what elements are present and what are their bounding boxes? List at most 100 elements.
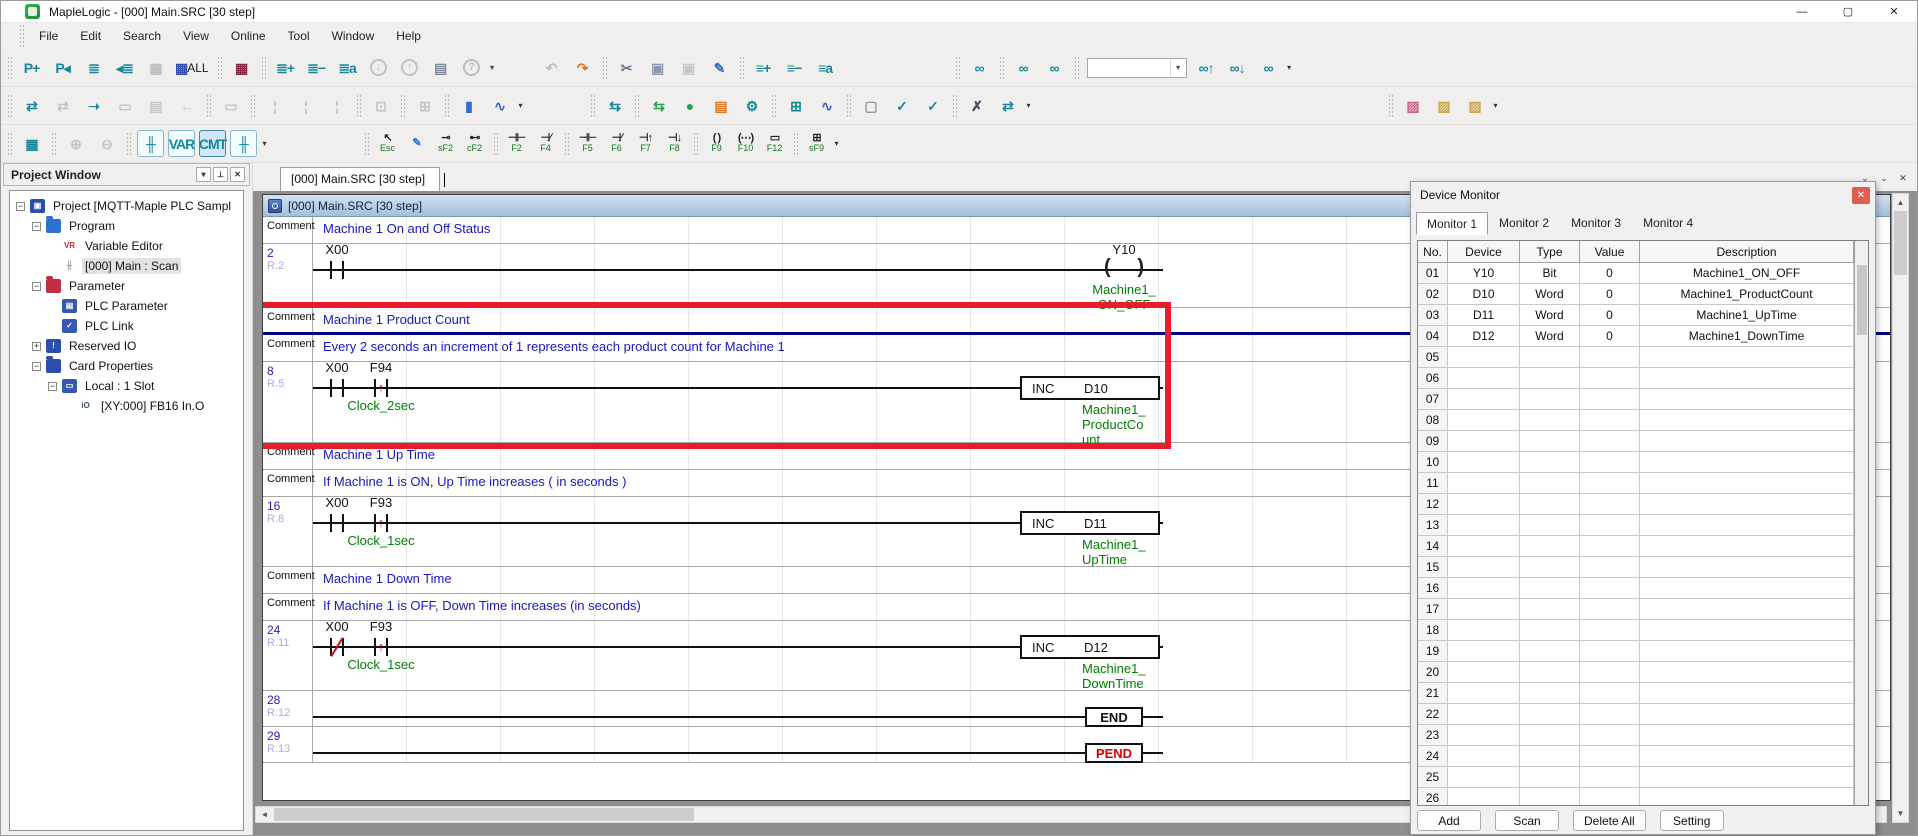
monitor-row[interactable]: 14 — [1418, 536, 1854, 557]
monitor-row[interactable]: 04D12Word0Machine1_DownTime — [1418, 326, 1854, 347]
tree-item-variable-editor[interactable]: VRVariable Editor — [10, 236, 243, 256]
delete-line-icon[interactable]: ≡− — [781, 54, 808, 81]
horizontal-scroll-thumb[interactable] — [274, 808, 694, 821]
view-variables-icon[interactable]: VAR — [168, 130, 195, 157]
menu-help[interactable]: Help — [385, 26, 432, 46]
rising-pulse-tool-icon[interactable]: ⊸sF2 — [433, 130, 458, 157]
watch-monitor-icon[interactable]: ∞ — [1010, 54, 1037, 81]
ld-settings-icon[interactable]: ▦ — [18, 130, 45, 157]
save-all-icon[interactable]: ▦ALL — [173, 54, 211, 81]
new-window-icon[interactable]: ▢ — [857, 92, 884, 119]
monitor-row[interactable]: 06 — [1418, 368, 1854, 389]
menu-search[interactable]: Search — [112, 26, 172, 46]
paste-icon[interactable]: ▣ — [675, 54, 702, 81]
instruction-end[interactable]: END — [1085, 707, 1143, 727]
monitor-row[interactable]: 08 — [1418, 410, 1854, 431]
monitor-row[interactable]: 13 — [1418, 515, 1854, 536]
tab-list-icon[interactable]: ⌄ — [1876, 170, 1892, 186]
close-button[interactable]: ✕ — [1871, 1, 1917, 22]
dropdown-arrow-icon[interactable]: ▾ — [259, 139, 270, 148]
io-grid-icon[interactable]: ▦ — [228, 54, 255, 81]
monitor-down-icon[interactable]: ∞↓ — [1224, 54, 1251, 81]
coil-y10[interactable]: () — [1102, 257, 1146, 283]
contact-fall-icon[interactable]: ⊣↓F8 — [662, 130, 687, 157]
contact-or-nc-icon[interactable]: ⊣∕F6 — [604, 130, 629, 157]
contact-x00-nc[interactable] — [317, 635, 357, 659]
tab-main-src[interactable]: [000] Main.SRC [30 step] — [280, 167, 440, 191]
monitor-row[interactable]: 01Y10Bit0Machine1_ON_OFF — [1418, 263, 1854, 284]
tree-expander-icon[interactable]: − — [16, 202, 25, 211]
cut-icon[interactable]: ✂ — [613, 54, 640, 81]
new-project-icon[interactable]: P+ — [18, 54, 45, 81]
contact-x00[interactable] — [317, 376, 357, 400]
monitor-row[interactable]: 02D10Word0Machine1_ProductCount — [1418, 284, 1854, 305]
minimize-button[interactable]: — — [1779, 1, 1825, 22]
contact-f93[interactable]: ↑ — [361, 635, 401, 659]
scroll-up-icon[interactable]: ▲ — [1893, 194, 1908, 211]
monitor-row[interactable]: 17 — [1418, 599, 1854, 620]
contact-no-icon[interactable]: ⊣⊢F2 — [504, 130, 529, 157]
project-window-dropdown-icon[interactable]: ▾ — [196, 167, 211, 182]
zoom-in-icon[interactable]: ⊕ — [62, 130, 89, 157]
menu-tool[interactable]: Tool — [277, 26, 321, 46]
tree-expander-icon[interactable]: − — [32, 362, 41, 371]
menu-window[interactable]: Window — [321, 26, 386, 46]
monitor-row[interactable]: 18 — [1418, 620, 1854, 641]
monitor-row[interactable]: 07 — [1418, 389, 1854, 410]
menu-view[interactable]: View — [172, 26, 220, 46]
monitor-row[interactable]: 24 — [1418, 746, 1854, 767]
online-mode-icon[interactable]: ● — [676, 92, 703, 119]
menu-file[interactable]: File — [28, 26, 69, 46]
upload-icon[interactable]: ↑ — [396, 54, 423, 81]
instruction-pend[interactable]: PEND — [1085, 743, 1143, 763]
device-monitor-close-icon[interactable]: ✕ — [1852, 187, 1870, 204]
monitor-row[interactable]: 05 — [1418, 347, 1854, 368]
monitor-row[interactable]: 15 — [1418, 557, 1854, 578]
block-mode-icon[interactable]: ▮ — [455, 92, 482, 119]
tree-item-000-main-scan[interactable]: ╫[000] Main : Scan — [10, 256, 243, 276]
monitor-tab-4[interactable]: Monitor 4 — [1632, 211, 1704, 234]
io-edit-icon[interactable]: ⊞ — [411, 92, 438, 119]
monitor-row[interactable]: 10 — [1418, 452, 1854, 473]
tree-expander-icon[interactable]: − — [32, 222, 41, 231]
branch-box-icon[interactable]: ⊞sF9 — [804, 130, 829, 157]
contact-nc-icon[interactable]: ⊣∕F4 — [533, 130, 558, 157]
monitor-tab-3[interactable]: Monitor 3 — [1560, 211, 1632, 234]
monitor-row[interactable]: 26 — [1418, 788, 1854, 805]
menu-edit[interactable]: Edit — [69, 26, 112, 46]
dropdown-arrow-icon[interactable]: ▾ — [1284, 63, 1295, 72]
undo-icon[interactable]: ↶ — [538, 54, 565, 81]
monitor-scroll-thumb[interactable] — [1857, 265, 1867, 335]
folder-options-icon[interactable]: ▨ — [1461, 92, 1488, 119]
compile-icon[interactable]: ▤ — [707, 92, 734, 119]
vertical-scrollbar[interactable]: ▲ ▼ — [1892, 193, 1909, 823]
swap-device-icon[interactable]: ⇄ — [994, 92, 1021, 119]
help-icon[interactable]: ? — [458, 54, 485, 81]
marker-3-icon[interactable]: ¦ — [323, 92, 350, 119]
block-doc-icon[interactable]: ▤ — [142, 92, 169, 119]
zoom-out-icon[interactable]: ⊖ — [93, 130, 120, 157]
insert-item-icon[interactable]: ≣+ — [272, 54, 299, 81]
monitor-row[interactable]: 21 — [1418, 683, 1854, 704]
save-icon[interactable]: ▦ — [142, 54, 169, 81]
dropdown-arrow-icon[interactable]: ▾ — [1490, 101, 1501, 110]
tree-expander-icon[interactable]: − — [48, 382, 57, 391]
item-list-icon[interactable]: ≣a — [334, 54, 361, 81]
delete-all-button[interactable]: Delete All — [1573, 810, 1646, 831]
falling-pulse-tool-icon[interactable]: ⊷cF2 — [462, 130, 487, 157]
view-comments-icon[interactable]: CMT — [199, 130, 226, 157]
comment-text[interactable]: Machine 1 On and Off Status — [323, 221, 490, 236]
setting-button[interactable]: Setting — [1660, 810, 1724, 831]
coil-set-icon[interactable]: (⋯)F10 — [733, 130, 758, 157]
contact-f94[interactable]: ↑ — [361, 376, 401, 400]
tree-item-xy-000-fb16-in-o[interactable]: iO[XY:000] FB16 In.O — [10, 396, 243, 416]
monitor-extra-icon[interactable]: ∞ — [1255, 54, 1282, 81]
tree-item-card-properties[interactable]: −Card Properties — [10, 356, 243, 376]
io-view-icon[interactable]: ⊡ — [367, 92, 394, 119]
edit-select-icon[interactable]: ✎ — [706, 54, 733, 81]
tree-item-plc-parameter[interactable]: ▤PLC Parameter — [10, 296, 243, 316]
verify-program-icon[interactable]: ✓ — [888, 92, 915, 119]
chart-view-icon[interactable]: ∿ — [486, 92, 513, 119]
open-project-icon[interactable]: P◂ — [49, 54, 76, 81]
contact-or-no-icon[interactable]: ⊣⊢F5 — [575, 130, 600, 157]
